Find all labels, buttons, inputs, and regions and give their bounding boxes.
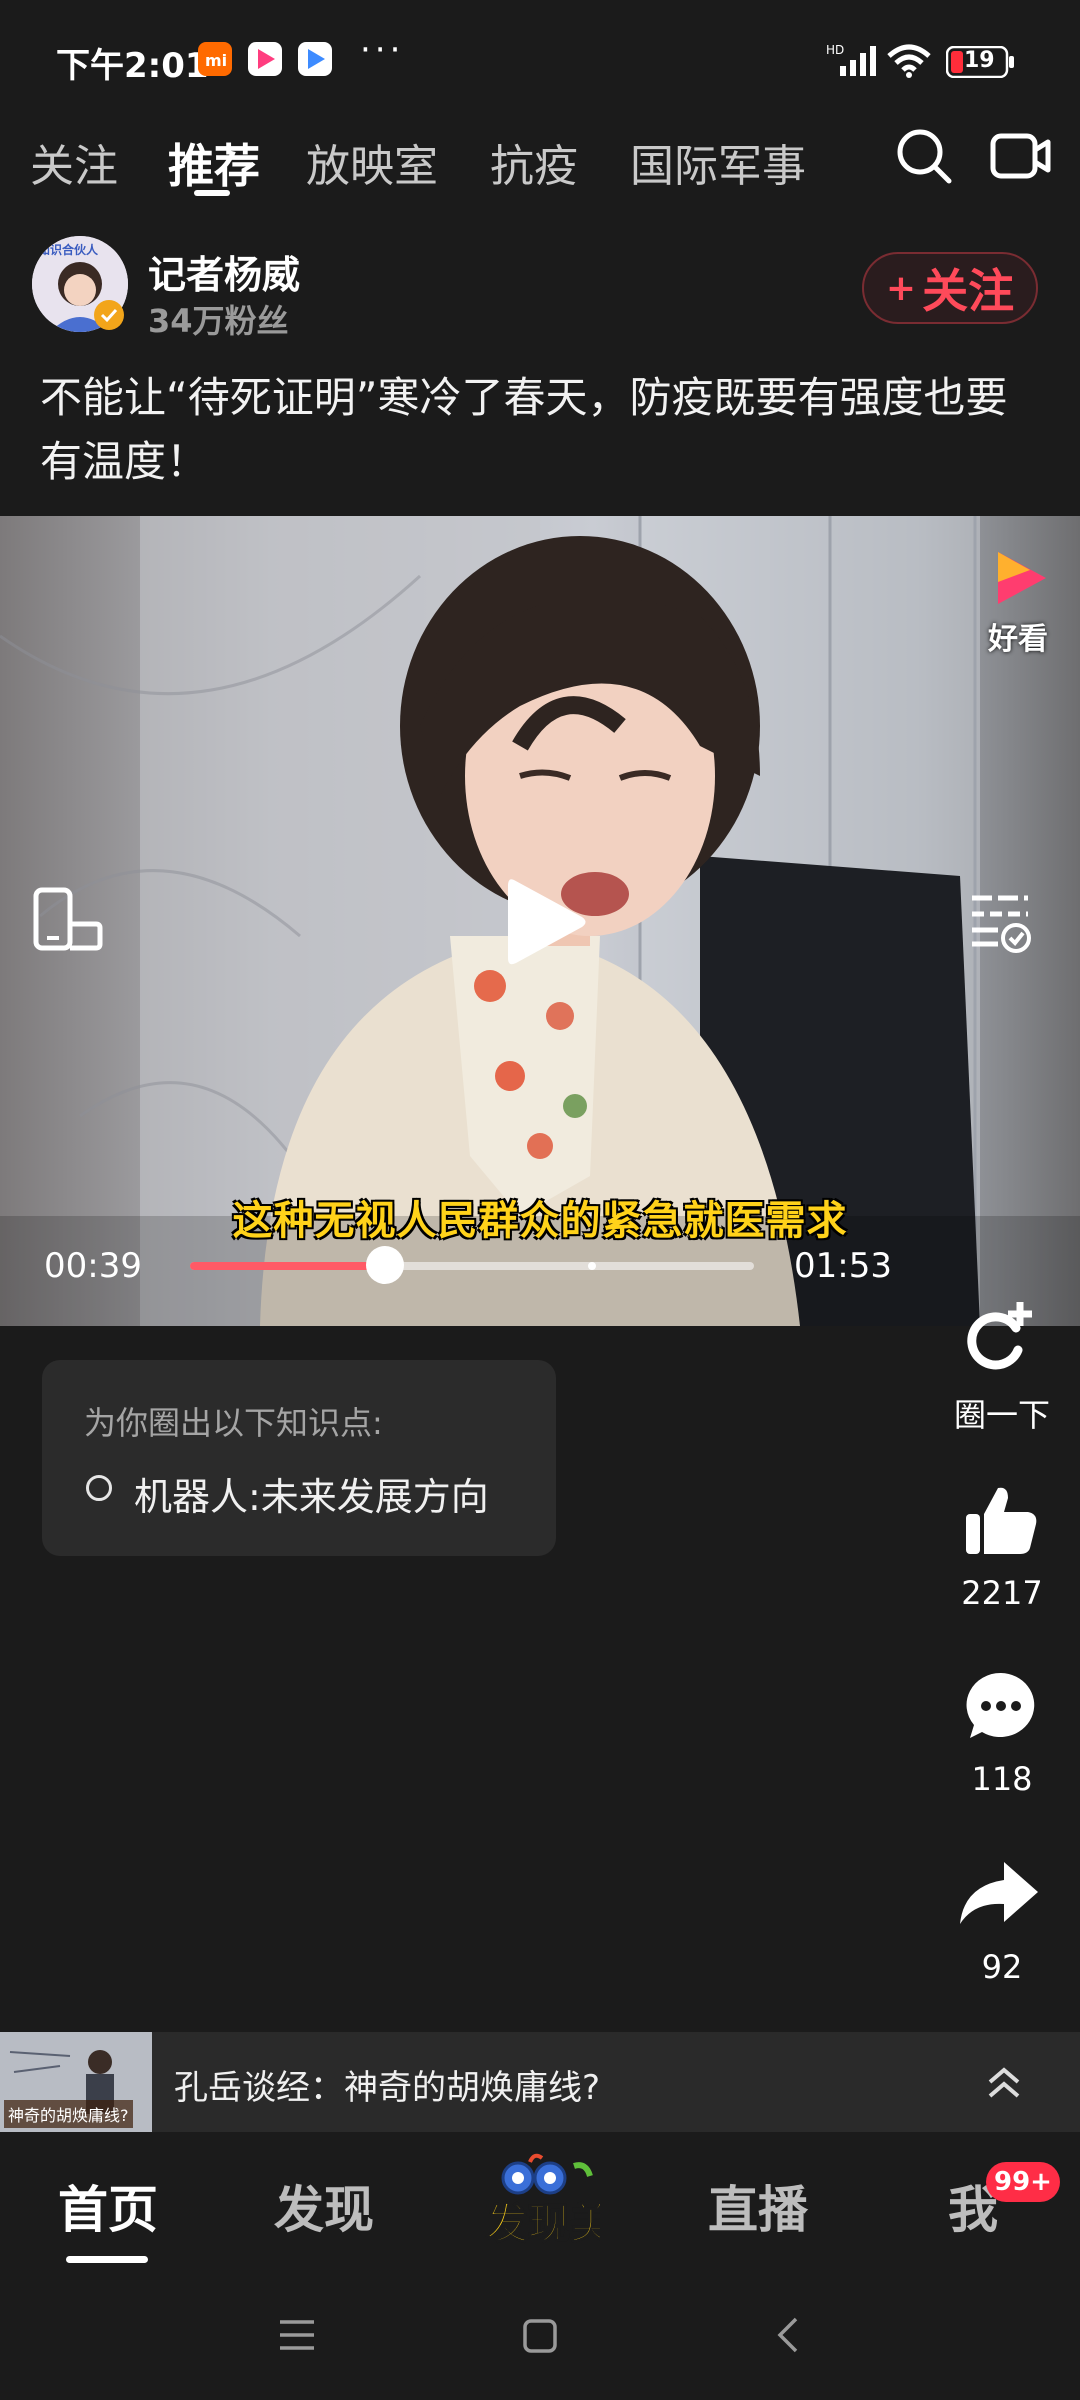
discover-beauty-logo[interactable]: 发现美: [478, 2152, 613, 2256]
nav-home[interactable]: 首页: [58, 2170, 158, 2242]
notification-badge: 99+: [986, 2162, 1060, 2202]
post-title[interactable]: 不能让“待死证明”寒冷了春天，防疫既要有强度也要有温度！: [40, 366, 1040, 494]
video-app-icon: [298, 42, 332, 76]
network-label: HD: [826, 43, 844, 57]
share-arrow-icon[interactable]: [958, 1858, 1040, 1932]
knowledge-points-card[interactable]: [42, 1360, 556, 1556]
svg-text:mi: mi: [205, 51, 227, 70]
comment-icon[interactable]: [964, 1670, 1038, 1746]
rotate-screen-icon[interactable]: [30, 886, 106, 960]
double-chevron-up-icon[interactable]: [984, 2062, 1024, 2106]
current-time: 00:39: [44, 1246, 142, 1286]
comment-count: 118: [971, 1760, 1033, 1798]
battery-level: 19: [964, 48, 995, 73]
tab-follow[interactable]: 关注: [30, 130, 118, 194]
nav-active-indicator: [66, 2256, 148, 2263]
author-fans-count: 34万粉丝: [148, 302, 289, 340]
video-subtitle: 这种无视人民群众的紧急就医需求: [232, 1198, 848, 1244]
nav-discover[interactable]: 发现: [274, 2170, 374, 2242]
tab-recommend[interactable]: 推荐: [168, 130, 260, 196]
wifi-icon: [886, 44, 932, 82]
mi-app-icon: mi: [198, 42, 232, 76]
avatar-badge-text: 知识合伙人: [37, 242, 99, 257]
tab-anti-epidemic[interactable]: 抗疫: [490, 130, 578, 194]
circle-label: 圈一下: [953, 1396, 1050, 1434]
video-camera-icon[interactable]: [990, 130, 1052, 186]
bullet-circle-icon: [86, 1475, 112, 1501]
total-time: 01:53: [794, 1246, 892, 1286]
tab-international-military[interactable]: 国际军事: [630, 130, 806, 194]
search-icon[interactable]: [894, 126, 954, 190]
haokan-logo-icon: [990, 548, 1050, 612]
circle-add-icon[interactable]: [958, 1298, 1038, 1382]
follow-button[interactable]: + 关注: [862, 252, 1038, 324]
nav-live[interactable]: 直播: [708, 2170, 808, 2242]
next-video-title[interactable]: 孔岳谈经：神奇的胡焕庸线?: [174, 2060, 600, 2109]
system-menu-icon[interactable]: [278, 2318, 316, 2356]
signal-icon: HD: [826, 42, 882, 82]
author-name[interactable]: 记者杨威: [148, 244, 300, 299]
haokan-label: 好看: [988, 622, 1048, 657]
verified-badge-icon: [94, 300, 124, 330]
system-home-icon[interactable]: [522, 2318, 558, 2358]
discover-logo-text: 发现美: [486, 2199, 600, 2248]
more-notifications-icon: ···: [360, 30, 405, 70]
progress-marker: [588, 1262, 596, 1270]
system-back-icon[interactable]: [776, 2316, 800, 2358]
knowledge-point-item[interactable]: 机器人:未来发展方向: [134, 1466, 489, 1521]
tab-active-indicator: [194, 190, 230, 196]
like-count: 2217: [961, 1574, 1043, 1612]
haokan-app-icon: [248, 42, 282, 76]
tab-screening-room[interactable]: 放映室: [306, 130, 438, 194]
play-button[interactable]: [500, 872, 590, 976]
knowledge-title: 为你圈出以下知识点:: [84, 1404, 383, 1442]
plus-icon: +: [885, 267, 917, 309]
progress-fill: [190, 1262, 385, 1270]
status-time: 下午2:01: [56, 46, 209, 86]
share-count: 92: [981, 1948, 1023, 1986]
playlist-check-icon[interactable]: [968, 890, 1034, 958]
like-thumb-icon[interactable]: [964, 1484, 1038, 1560]
next-thumb-caption: 神奇的胡焕庸线?: [4, 2100, 133, 2128]
follow-label: 关注: [922, 264, 1015, 318]
progress-thumb[interactable]: [365, 1246, 404, 1284]
